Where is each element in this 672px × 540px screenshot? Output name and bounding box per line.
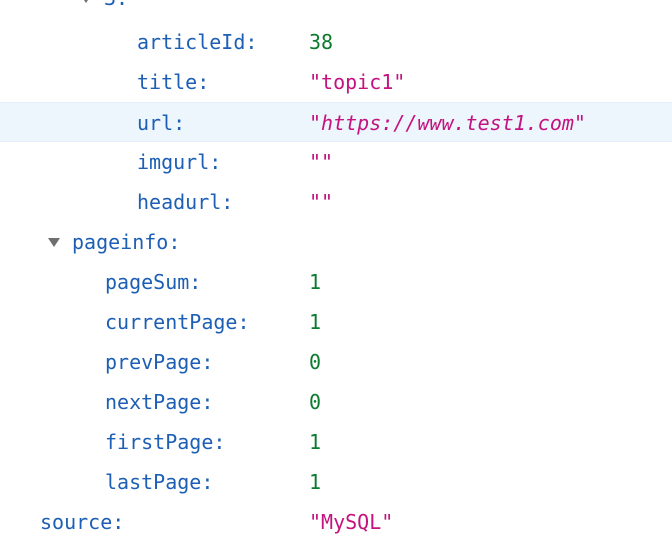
field-key: title: bbox=[137, 70, 210, 94]
field-value: "MySQL" bbox=[309, 510, 394, 534]
field-key: pageSum: bbox=[105, 270, 202, 294]
field-value: 0 bbox=[309, 390, 322, 414]
field-key: source: bbox=[40, 510, 125, 534]
expand-triangle-icon[interactable] bbox=[80, 0, 92, 3]
tree-row-prevPage[interactable]: prevPage: 0 bbox=[0, 342, 672, 382]
tree-node-3[interactable]: 3: bbox=[0, 0, 672, 18]
field-key: imgurl: bbox=[137, 150, 222, 174]
expand-triangle-icon[interactable] bbox=[48, 238, 60, 247]
field-value: "topic1" bbox=[309, 70, 406, 94]
field-value: "" bbox=[309, 190, 334, 214]
field-value: 1 bbox=[309, 310, 322, 334]
tree-row-lastPage[interactable]: lastPage: 1 bbox=[0, 462, 672, 502]
node-key: 3: bbox=[104, 0, 128, 18]
tree-row-firstPage[interactable]: firstPage: 1 bbox=[0, 422, 672, 462]
tree-row-articleId[interactable]: articleId: 38 bbox=[0, 22, 672, 62]
tree-row-nextPage[interactable]: nextPage: 0 bbox=[0, 382, 672, 422]
field-key: url: bbox=[137, 111, 186, 135]
tree-row-source[interactable]: source: "MySQL" bbox=[0, 502, 672, 540]
field-value: 1 bbox=[309, 270, 322, 294]
field-value: "https://www.test1.com" bbox=[309, 111, 586, 135]
field-value: 38 bbox=[309, 30, 334, 54]
tree-row-currentPage[interactable]: currentPage: 1 bbox=[0, 302, 672, 342]
field-key: currentPage: bbox=[105, 310, 250, 334]
tree-row-headurl[interactable]: headurl: "" bbox=[0, 182, 672, 222]
field-key: lastPage: bbox=[105, 470, 214, 494]
field-value: 0 bbox=[309, 350, 322, 374]
tree-row-title[interactable]: title: "topic1" bbox=[0, 62, 672, 102]
field-value: 1 bbox=[309, 470, 322, 494]
field-key: nextPage: bbox=[105, 390, 214, 414]
field-key: headurl: bbox=[137, 190, 234, 214]
node-key: pageinfo: bbox=[72, 230, 181, 254]
tree-node-pageinfo[interactable]: pageinfo: bbox=[0, 222, 672, 262]
field-key: firstPage: bbox=[105, 430, 226, 454]
field-value: "" bbox=[309, 150, 334, 174]
tree-row-imgurl[interactable]: imgurl: "" bbox=[0, 142, 672, 182]
field-key: prevPage: bbox=[105, 350, 214, 374]
field-value: 1 bbox=[309, 430, 322, 454]
tree-row-pageSum[interactable]: pageSum: 1 bbox=[0, 262, 672, 302]
tree-row-url[interactable]: url: "https://www.test1.com" bbox=[0, 102, 672, 142]
field-key: articleId: bbox=[137, 30, 258, 54]
